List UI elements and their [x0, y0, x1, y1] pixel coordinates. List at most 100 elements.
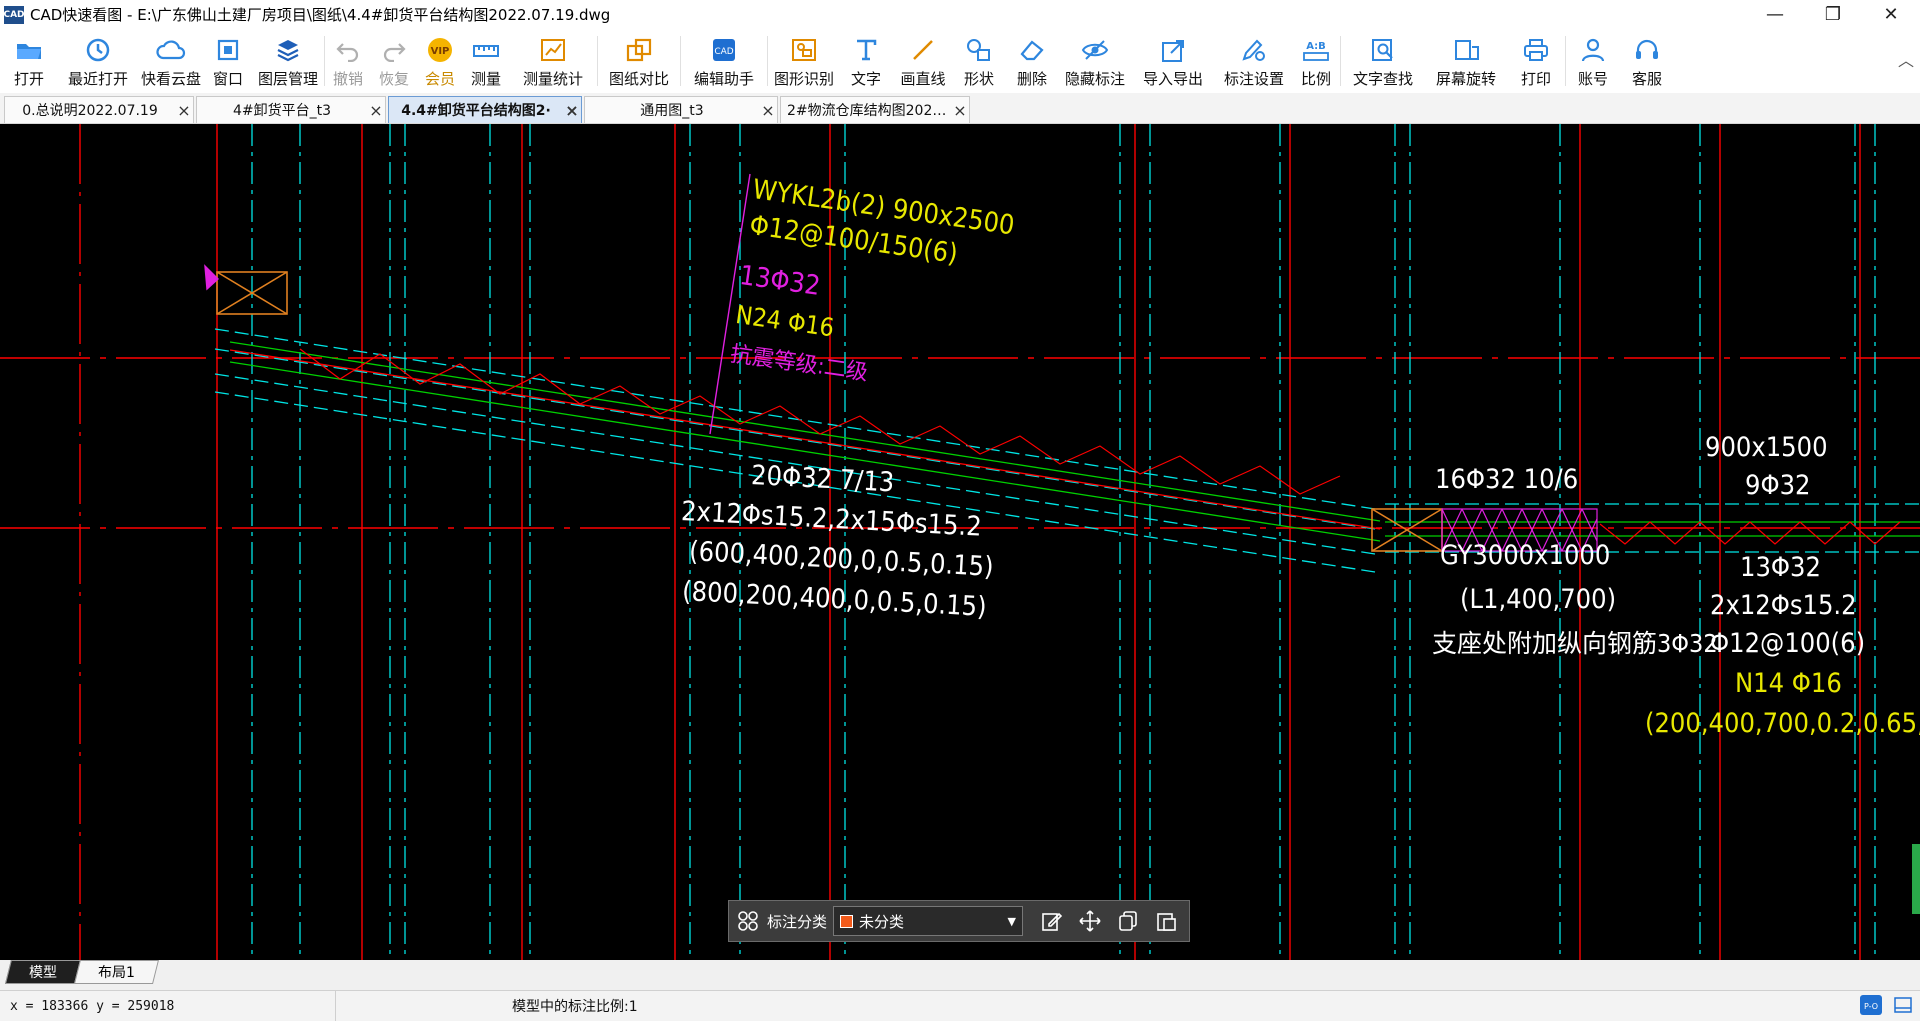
vertical-scroll-handle[interactable]: [1912, 844, 1920, 914]
shapes-icon: [962, 35, 996, 65]
text-button[interactable]: 文字: [840, 29, 892, 93]
annotation-settings-button[interactable]: 标注设置: [1216, 29, 1292, 93]
drawing-canvas[interactable]: WYKL2b(2) 900x2500 Φ12@100/150(6) 13Φ32 …: [0, 124, 1920, 960]
text-search-icon: [1366, 35, 1400, 65]
eraser-icon: [1015, 35, 1049, 65]
axis-lines-cyan: [251, 124, 1876, 960]
recent-open-button[interactable]: 最近打开: [58, 29, 138, 93]
redo-button[interactable]: 恢复: [371, 29, 417, 93]
account-button[interactable]: 账号: [1566, 29, 1620, 93]
undo-button[interactable]: 撤销: [325, 29, 371, 93]
support-button[interactable]: 客服: [1620, 29, 1674, 93]
maximize-button[interactable]: ❐: [1804, 0, 1862, 29]
vip-badge-text: VIP: [431, 46, 450, 57]
vip-button[interactable]: VIP 会员: [417, 29, 463, 93]
tab-general-notes[interactable]: 0.总说明2022.07.19 ×: [4, 96, 194, 123]
app-logo: CAD: [3, 5, 25, 24]
rotate-screen-button[interactable]: 屏幕旋转: [1425, 29, 1507, 93]
annotation-scale-text: 模型中的标注比例:1: [512, 999, 638, 1015]
tab-platform-t3[interactable]: 4#卸货平台_t3 ×: [196, 96, 386, 123]
tab-platform-structure[interactable]: 4.4#卸货平台结构图2· ×: [388, 96, 582, 123]
layer-manager-button[interactable]: 图层管理: [252, 29, 324, 93]
gy-beam-label: GY3000x1000: [1440, 540, 1611, 571]
close-icon[interactable]: ×: [367, 101, 385, 120]
folder-open-icon: [12, 35, 46, 65]
measure-stats-button[interactable]: 测量统计: [509, 29, 597, 93]
annotation-category-bar: 标注分类 未分类 ▼: [728, 900, 1190, 942]
toolbar-collapse-icon[interactable]: ︿: [1898, 47, 1914, 71]
move-icon[interactable]: [1071, 901, 1109, 941]
annotation-category-label: 标注分类: [767, 912, 828, 931]
window-title: CAD快速看图 - E:\广东佛山土建厂房项目\图纸\4.4#卸货平台结构图20…: [30, 6, 611, 24]
close-icon[interactable]: ×: [563, 101, 581, 120]
close-icon[interactable]: ×: [951, 101, 969, 120]
measure-button[interactable]: 测量: [463, 29, 509, 93]
svg-text:P-O: P-O: [1864, 1002, 1878, 1011]
tab-general-drawing[interactable]: 通用图_t3 ×: [584, 96, 778, 123]
status-icons: P-O: [1860, 995, 1914, 1015]
gy-span-label: (L1,400,700): [1460, 584, 1617, 615]
right-top-rebar: 9Φ32: [1745, 470, 1811, 501]
hide-eye-icon: [1078, 35, 1112, 65]
tab-warehouse-structure[interactable]: 2#物流仓库结构图202… ×: [780, 96, 970, 123]
tab-model[interactable]: 模型: [5, 960, 81, 984]
open-button[interactable]: 打开: [0, 29, 58, 93]
right-side-rebar: N14 Φ16: [1735, 668, 1842, 699]
edit-assistant-icon: CAD: [707, 35, 741, 65]
close-icon[interactable]: ×: [175, 101, 193, 120]
chevron-down-icon: ▼: [1007, 914, 1017, 928]
right-prestress: 2x12Φs15.2: [1710, 590, 1857, 621]
right-prestress-profile: (200,400,700,0.2,0.65,0): [1645, 708, 1920, 739]
grid-apps-icon[interactable]: [729, 901, 767, 941]
measure-stats-icon: [536, 35, 570, 65]
line-icon: [906, 35, 940, 65]
grid-lines-horizontal: [0, 357, 1920, 529]
right-stirrup: Φ12@100(6): [1710, 628, 1866, 659]
print-button[interactable]: 打印: [1507, 29, 1565, 93]
import-export-icon: [1156, 35, 1190, 65]
annotation-settings-icon: [1237, 35, 1271, 65]
annotation-category-select[interactable]: 未分类 ▼: [833, 906, 1024, 936]
shape-recognize-button[interactable]: 图形识别: [768, 29, 840, 93]
drawing-compare-button[interactable]: 图纸对比: [598, 29, 680, 93]
layout-tabs: 模型 布局1: [0, 960, 1920, 984]
copy-icon[interactable]: [1109, 901, 1147, 941]
ortho-toggle-icon[interactable]: P-O: [1860, 995, 1882, 1015]
window-button[interactable]: 窗口: [204, 29, 252, 93]
text-search-button[interactable]: 文字查找: [1341, 29, 1425, 93]
undo-icon: [331, 35, 365, 65]
headset-icon: [1630, 35, 1664, 65]
window-icon: [211, 35, 245, 65]
scale-badge-text: A:B: [1306, 41, 1326, 52]
svg-text:CAD: CAD: [714, 47, 733, 57]
category-selected-value: 未分类: [859, 912, 905, 931]
status-bar: x = 183366 y = 259018 模型中的标注比例:1 P-O: [0, 990, 1920, 1021]
tab-layout1[interactable]: 布局1: [74, 960, 159, 984]
import-export-button[interactable]: 导入导出: [1130, 29, 1216, 93]
close-icon[interactable]: ×: [759, 101, 777, 120]
minimize-button[interactable]: —: [1746, 0, 1804, 29]
draw-line-button[interactable]: 画直线: [892, 29, 954, 93]
support-rebar-label: 16Φ32 10/6: [1435, 464, 1579, 495]
text-icon: [849, 35, 883, 65]
delete-button[interactable]: 删除: [1004, 29, 1060, 93]
edit-assistant-button[interactable]: CAD 编辑助手: [681, 29, 767, 93]
close-button[interactable]: ✕: [1862, 0, 1920, 29]
scale-icon: A:B: [1299, 35, 1333, 65]
support-additional-rebar: 支座处附加纵向钢筋3Φ32: [1432, 629, 1718, 658]
right-bottom-rebar: 13Φ32: [1740, 552, 1821, 583]
shape-recognize-icon: [787, 35, 821, 65]
shapes-button[interactable]: 形状: [954, 29, 1004, 93]
cloud-drive-button[interactable]: 快看云盘: [138, 29, 204, 93]
paste-icon[interactable]: [1147, 901, 1185, 941]
document-tabs: 0.总说明2022.07.19 × 4#卸货平台_t3 × 4.4#卸货平台结构…: [0, 93, 1920, 124]
scale-button[interactable]: A:B 比例: [1292, 29, 1340, 93]
printer-icon: [1519, 35, 1553, 65]
drawing-geometry: [0, 124, 1920, 960]
right-beam-size: 900x1500: [1705, 432, 1828, 463]
main-toolbar: 打开 最近打开 快看云盘 窗口 图层管理 撤销 恢复 VIP 会员 测量 测量统…: [0, 29, 1920, 93]
panel-toggle-icon[interactable]: [1892, 995, 1914, 1015]
hide-annotation-button[interactable]: 隐藏标注: [1060, 29, 1130, 93]
edit-note-icon[interactable]: [1033, 901, 1071, 941]
layers-icon: [271, 35, 305, 65]
